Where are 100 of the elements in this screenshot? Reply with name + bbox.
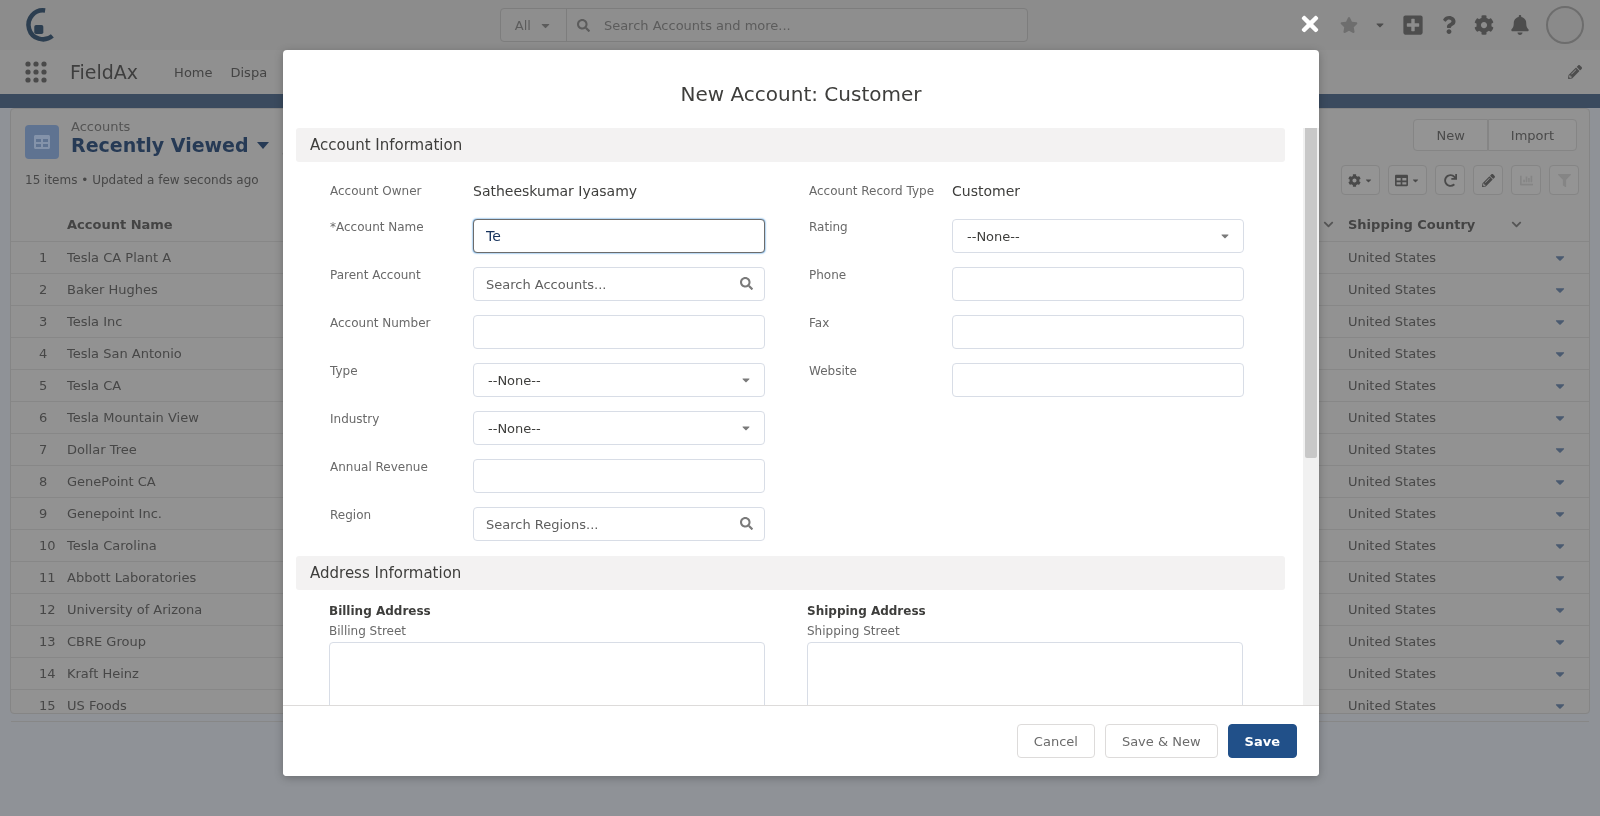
app-launcher-icon[interactable] (24, 60, 48, 84)
footer-button[interactable]: Cancel (1016, 724, 1095, 758)
refresh-button[interactable] (1435, 165, 1465, 195)
field-label: Annual Revenue (330, 459, 429, 474)
field-label: Parent Account (330, 267, 422, 282)
table-cell-text: CBRE Group (67, 634, 147, 649)
search-icon (576, 18, 590, 32)
add-icon[interactable] (1402, 14, 1424, 36)
display-menu-button[interactable] (1388, 165, 1427, 195)
text-area[interactable] (329, 642, 765, 705)
field-label: Account Owner (330, 184, 423, 198)
table-cell-text: Tesla San Antonio (67, 346, 183, 361)
address-heading: Shipping Address (807, 604, 927, 618)
text-area[interactable] (807, 642, 1243, 705)
row-number: 10 (38, 538, 57, 553)
field-label: Phone (809, 267, 848, 282)
lookup-field[interactable]: Search Regions... (473, 507, 765, 541)
table-cell-text: GenePoint CA (67, 474, 157, 489)
table-cell-text: Dollar Tree (67, 442, 138, 457)
list-view-selector[interactable]: Recently Viewed (71, 134, 269, 156)
footer-button[interactable]: Save & New (1104, 724, 1218, 758)
save-button[interactable]: Save (1227, 724, 1297, 758)
list-status: 15 items • Updated a few seconds ago (25, 173, 259, 187)
input-field[interactable] (473, 459, 765, 493)
table-cell-text: United States (1347, 506, 1438, 521)
table-cell-text: Tesla Mountain View (67, 410, 200, 425)
pencil-icon[interactable] (1568, 65, 1582, 79)
field-label: Billing Street (329, 624, 408, 638)
row-number: 4 (38, 346, 49, 361)
picklist[interactable]: --None-- (473, 411, 765, 445)
modal-title: New Account: Customer (680, 82, 922, 106)
input-field[interactable] (952, 315, 1244, 349)
section-header[interactable]: Account Information (296, 128, 1285, 162)
search-icon (740, 517, 753, 530)
row-number: 13 (38, 634, 57, 649)
edit-button[interactable] (1473, 165, 1503, 195)
nav-tab[interactable]: Home (174, 64, 213, 80)
row-number: 12 (38, 602, 57, 617)
field-label: Type (330, 363, 359, 378)
row-number: 6 (38, 410, 49, 425)
table-cell-text: United States (1347, 698, 1438, 713)
app-name: FieldAx (70, 61, 139, 83)
table-cell-text: US Foods (67, 698, 128, 713)
table-cell-text: United States (1347, 378, 1438, 393)
field-label: Account Number (330, 315, 432, 330)
table-cell-text: Baker Hughes (67, 282, 159, 297)
row-number: 9 (38, 506, 49, 521)
row-number: 5 (38, 378, 49, 393)
table-cell-text: Abbott Laboratories (67, 570, 198, 585)
table-cell-text: University of Arizona (67, 602, 204, 617)
section-header[interactable]: Address Information (296, 556, 1285, 590)
lookup-field[interactable]: Search Accounts... (473, 267, 765, 301)
help-icon[interactable] (1440, 16, 1458, 34)
scrollbar-thumb[interactable] (1305, 128, 1317, 458)
toolbar-button[interactable]: New (1413, 119, 1488, 151)
search-icon (740, 277, 753, 290)
field-label: Region (330, 507, 373, 522)
table-cell-text: United States (1347, 282, 1438, 297)
input-field[interactable] (952, 363, 1244, 397)
row-number: 11 (38, 570, 57, 585)
column-header: Account Name (67, 216, 174, 232)
table-cell-text: United States (1347, 410, 1438, 425)
settings-menu-button[interactable] (1341, 165, 1380, 195)
refresh-icon (1443, 173, 1457, 187)
table-cell-text: United States (1347, 666, 1438, 681)
row-number: 1 (38, 250, 49, 265)
field-value: Satheeskumar Iyasamy (473, 183, 639, 199)
table-cell-text: Kraft Heinz (67, 666, 140, 681)
table-cell-text: United States (1347, 634, 1438, 649)
picklist[interactable]: --None-- (473, 363, 765, 397)
row-number: 8 (38, 474, 49, 489)
pencil-icon (1481, 173, 1495, 187)
settings-icon (1348, 173, 1361, 187)
column-header: Shipping Country (1348, 216, 1476, 232)
bell-icon[interactable] (1510, 15, 1530, 35)
input-field[interactable] (473, 315, 765, 349)
input-field[interactable] (952, 267, 1244, 301)
field-label: Fax (809, 315, 831, 330)
star-icon[interactable] (1340, 16, 1358, 34)
settings-icon[interactable] (1474, 15, 1494, 35)
input-field[interactable]: Te (473, 219, 765, 253)
row-number: 2 (38, 282, 49, 297)
nav-tab[interactable]: Dispa (230, 64, 268, 80)
accounts-icon (25, 125, 59, 159)
address-heading: Billing Address (329, 604, 432, 618)
field-label: Shipping Street (807, 624, 901, 638)
field-label: Rating (809, 219, 849, 234)
table-cell-text: United States (1347, 250, 1438, 265)
avatar[interactable] (1546, 6, 1584, 44)
field-label: Account Record Type (809, 184, 936, 198)
field-label: Industry (330, 411, 381, 426)
field-value: Customer (952, 183, 1021, 199)
field-label: Website (809, 363, 858, 378)
table-cell-text: United States (1347, 570, 1438, 585)
table-cell-text: Genepoint Inc. (67, 506, 163, 521)
table-cell-text: United States (1347, 602, 1438, 617)
toolbar-button[interactable]: Import (1487, 119, 1577, 151)
field-label: *Account Name (330, 219, 425, 234)
picklist[interactable]: --None-- (952, 219, 1244, 253)
table-cell-text: United States (1347, 442, 1438, 457)
